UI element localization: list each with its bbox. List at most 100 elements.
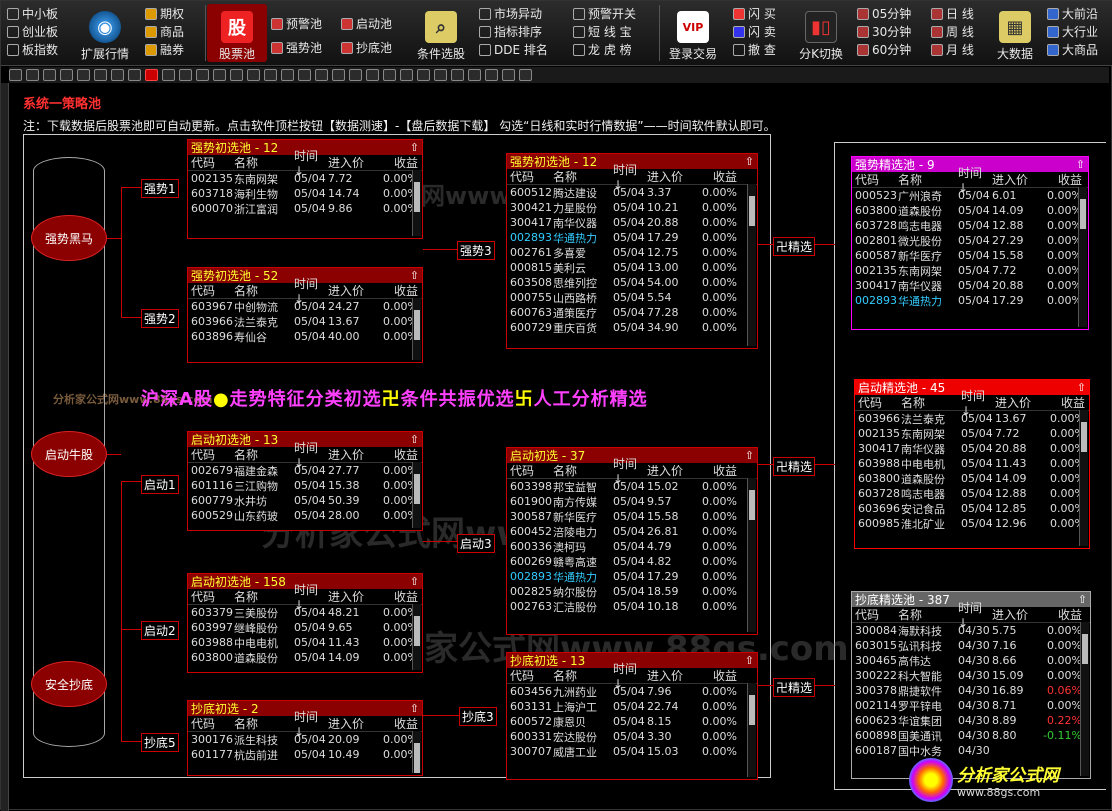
- cut-icon[interactable]: [349, 69, 362, 81]
- column-header[interactable]: 代码: [507, 462, 553, 479]
- table-row[interactable]: 300417 南华仪器 05/04 20.88 0.00%: [855, 441, 1089, 456]
- table-row[interactable]: 300417 南华仪器 05/04 20.88 0.00%: [507, 215, 757, 230]
- column-header[interactable]: 名称: [234, 588, 294, 605]
- table-row[interactable]: 600587 新华医疗 05/04 15.58 0.00%: [852, 248, 1088, 263]
- table-row[interactable]: 002801 微光股份 05/04 27.29 0.00%: [852, 233, 1088, 248]
- open-icon[interactable]: [26, 69, 39, 81]
- column-header[interactable]: 收益: [1038, 606, 1082, 623]
- table-row[interactable]: 603896 寿仙谷 05/04 40.00 0.00%: [188, 329, 422, 344]
- tb-big-commodity[interactable]: 大商品: [1047, 41, 1098, 58]
- align-icon[interactable]: [451, 69, 464, 81]
- table-row[interactable]: 300084 海默科技 04/30 5.75 0.00%: [852, 623, 1090, 638]
- table-row[interactable]: 603967 中创物流 05/04 24.27 0.00%: [188, 299, 422, 314]
- tb-margin[interactable]: 融券: [145, 41, 184, 58]
- column-header[interactable]: 收益: [1038, 171, 1082, 188]
- column-header[interactable]: 收益: [374, 588, 418, 605]
- pointer-icon[interactable]: [145, 69, 158, 81]
- table-row[interactable]: 002679 福建金森 05/04 27.77 0.00%: [188, 463, 422, 478]
- align-icon[interactable]: [383, 69, 396, 81]
- left-edge-handle[interactable]: [1, 83, 9, 811]
- column-header[interactable]: 代码: [507, 168, 553, 185]
- column-header[interactable]: 名称: [553, 462, 613, 479]
- column-header[interactable]: 代码: [188, 154, 234, 171]
- table-row[interactable]: 002135 东南网架 05/04 7.72 0.00%: [852, 263, 1088, 278]
- table-row[interactable]: 600898 国美通讯 04/30 8.80 -0.11%: [852, 728, 1090, 743]
- ellipse-icon[interactable]: [298, 69, 311, 81]
- scrollbar[interactable]: [747, 184, 756, 346]
- grid-icon[interactable]: [502, 69, 515, 81]
- pin-icon[interactable]: ⇧: [410, 141, 419, 154]
- pin-icon[interactable]: ⇧: [745, 155, 754, 168]
- table-row[interactable]: 600763 通策医疗 05/04 77.28 0.00%: [507, 305, 757, 320]
- close-icon[interactable]: [60, 69, 73, 81]
- column-header[interactable]: 名称: [234, 282, 294, 299]
- table-row[interactable]: 600336 澳柯玛 05/04 4.79 0.00%: [507, 539, 757, 554]
- strong-initial-pool-3[interactable]: 强势初选池 - 12 ⇧ 代码 名称 时间↓ 进入价 收益 600512 腾达建设 05/04 3.…: [506, 153, 758, 349]
- scrollbar-thumb[interactable]: [1082, 634, 1088, 664]
- column-header[interactable]: 名称: [234, 154, 294, 171]
- column-header[interactable]: 名称: [898, 171, 958, 188]
- triangle-icon[interactable]: [196, 69, 209, 81]
- tb-dde-rank[interactable]: DDE 排名: [479, 41, 548, 58]
- table-row[interactable]: 600572 康恩贝 05/04 8.15 0.00%: [507, 714, 757, 729]
- column-header[interactable]: 代码: [188, 446, 234, 463]
- scrollbar[interactable]: [412, 170, 421, 236]
- table-row[interactable]: 600452 涪陵电力 05/04 26.81 0.00%: [507, 524, 757, 539]
- align-icon[interactable]: [468, 69, 481, 81]
- table-row[interactable]: 603800 道森股份 05/04 14.09 0.00%: [852, 203, 1088, 218]
- table-row[interactable]: 600779 水井坊 05/04 50.39 0.00%: [188, 493, 422, 508]
- strong-initial-pool-1[interactable]: 强势初选池 - 12 ⇧ 代码 名称 时间↓ 进入价 收益 002135 东南网架 05/04 7.…: [187, 139, 423, 239]
- bottom-select-pool[interactable]: 抄底精选池 - 387 ⇧ 代码 名称 时间↓ 进入价 收益 300084 海默科技 04/30 5…: [851, 591, 1091, 779]
- table-row[interactable]: 300176 派生科技 05/04 20.09 0.00%: [188, 732, 422, 747]
- column-header[interactable]: 名称: [234, 446, 294, 463]
- rect-icon[interactable]: [179, 69, 192, 81]
- table-row[interactable]: 000755 山西路桥 05/04 5.54 0.00%: [507, 290, 757, 305]
- condition-select-button[interactable]: ⌕ 条件选股: [411, 4, 471, 62]
- table-row[interactable]: 300421 力星股份 05/04 10.21 0.00%: [507, 200, 757, 215]
- column-header[interactable]: 进入价: [328, 154, 374, 171]
- tb-frontier[interactable]: 大前沿: [1047, 5, 1098, 22]
- line-icon[interactable]: [230, 69, 243, 81]
- pin-icon[interactable]: ⇧: [410, 433, 419, 446]
- scrollbar[interactable]: [412, 298, 421, 360]
- column-header[interactable]: 收益: [1041, 394, 1085, 411]
- stop-icon[interactable]: [111, 69, 124, 81]
- table-row[interactable]: 600331 宏达股份 05/04 3.30 0.00%: [507, 729, 757, 744]
- column-header[interactable]: 代码: [507, 667, 553, 684]
- tb-small-board[interactable]: 中小板: [7, 5, 58, 22]
- tb-cancel-query[interactable]: 撤 查: [733, 41, 776, 58]
- tb-chinext[interactable]: 创业板: [7, 23, 58, 40]
- save-icon[interactable]: [43, 69, 56, 81]
- lock-icon[interactable]: [519, 69, 532, 81]
- pin-icon[interactable]: ⇧: [1078, 593, 1087, 606]
- scrollbar-thumb[interactable]: [749, 196, 755, 226]
- table-row[interactable]: 603728 鸣志电器 05/04 12.88 0.00%: [855, 486, 1089, 501]
- doc-icon[interactable]: [9, 69, 22, 81]
- column-header[interactable]: 进入价: [328, 715, 374, 732]
- pin-icon[interactable]: ⇧: [745, 654, 754, 667]
- table-row[interactable]: 603508 思维列控 05/04 54.00 0.00%: [507, 275, 757, 290]
- table-row[interactable]: 600070 浙江富润 05/04 9.86 0.00%: [188, 201, 422, 216]
- column-header[interactable]: 代码: [852, 606, 898, 623]
- table-row[interactable]: 300222 科大智能 04/30 15.09 0.00%: [852, 668, 1090, 683]
- table-row[interactable]: 300465 高伟达 04/30 8.66 0.00%: [852, 653, 1090, 668]
- column-header[interactable]: 名称: [553, 168, 613, 185]
- table-row[interactable]: 000815 美利云 05/04 13.00 0.00%: [507, 260, 757, 275]
- pin-icon[interactable]: ⇧: [410, 702, 419, 715]
- column-header[interactable]: 收益: [693, 462, 737, 479]
- table-row[interactable]: 603131 上海沪工 05/04 22.74 0.00%: [507, 699, 757, 714]
- column-header[interactable]: 进入价: [328, 446, 374, 463]
- tb-start-pool[interactable]: 启动池: [341, 15, 392, 32]
- scrollbar[interactable]: [747, 683, 756, 777]
- cross-icon[interactable]: [264, 69, 277, 81]
- scrollbar-thumb[interactable]: [1080, 199, 1086, 229]
- scrollbar-thumb[interactable]: [414, 182, 420, 212]
- tb-60min[interactable]: 60分钟: [857, 41, 911, 58]
- category-strong[interactable]: 强势黑马: [31, 215, 107, 261]
- table-row[interactable]: 600985 淮北矿业 05/04 12.96 0.00%: [855, 516, 1089, 531]
- tb-daily[interactable]: 日 线: [931, 5, 974, 22]
- tb-weekly[interactable]: 周 线: [931, 23, 974, 40]
- paste-icon[interactable]: [332, 69, 345, 81]
- table-row[interactable]: 002893 华通热力 05/04 17.29 0.00%: [507, 569, 757, 584]
- tb-alert-pool[interactable]: 预警池: [271, 15, 322, 32]
